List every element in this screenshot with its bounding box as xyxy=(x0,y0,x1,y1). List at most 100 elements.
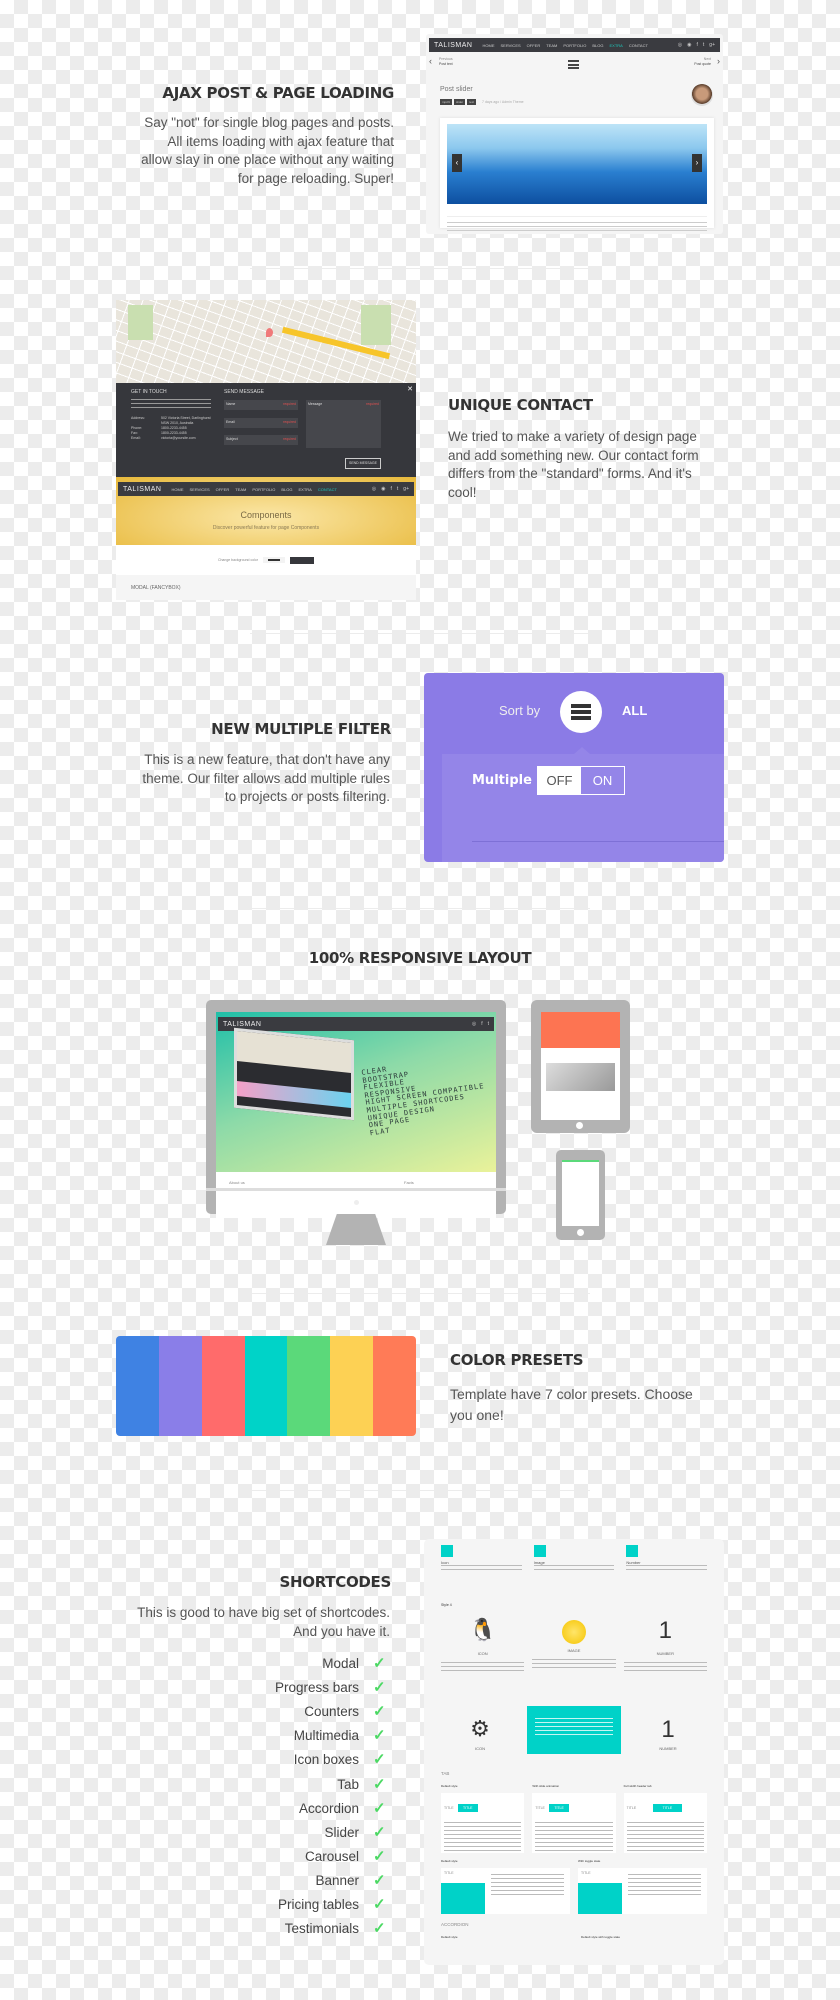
box-label: NUMBER xyxy=(659,1746,677,1751)
nav-item: OFFER xyxy=(526,42,541,48)
box-label: NUMBER xyxy=(656,1651,674,1656)
contact-description: We tried to make a variety of design pag… xyxy=(448,428,728,502)
modal-label: MODAL (FANCYBOX) xyxy=(131,585,181,591)
bg-option-light[interactable] xyxy=(263,557,286,563)
check-icon: ✓ xyxy=(373,1847,386,1865)
tab-active: TITLE xyxy=(457,1804,478,1812)
nav-item: BLOG xyxy=(592,42,604,48)
filter-title: NEW MULTIPLE FILTER xyxy=(211,720,391,738)
filter-description: This is a new feature, that don't have a… xyxy=(90,751,390,807)
tab-style-label: With slide animation xyxy=(532,1784,560,1788)
shortcode-item: Testimonials xyxy=(284,1921,359,1937)
check-icon: ✓ xyxy=(373,1655,386,1672)
toggle-off[interactable]: OFF xyxy=(538,767,581,794)
shortcode-item: Icon boxes xyxy=(293,1752,359,1768)
shortcode-item: Tab xyxy=(337,1776,359,1792)
counter-number: 1 xyxy=(661,1716,675,1743)
nav-item: SERVICES xyxy=(189,486,210,492)
ajax-screenshot: TALISMAN HOME SERVICES OFFER TEAM PORTFOLIO B… xyxy=(426,34,723,234)
bg-label: Change background color xyxy=(217,557,259,562)
section-divider xyxy=(250,908,590,909)
email-field[interactable]: Email required xyxy=(224,418,298,428)
color-swatch xyxy=(244,1336,288,1436)
prev-title: Post text xyxy=(439,62,453,66)
shortcodes-screenshot: Icon Image Number Style 4 🐧 ICON IMAGE 1 N… xyxy=(424,1539,724,1965)
filter-widget: Sort by ALL Multiple OFF ON xyxy=(424,673,724,862)
text-line: This is good to have big set of shortcod… xyxy=(137,1605,390,1620)
intro-text xyxy=(131,399,211,411)
nav-item: EXTRA xyxy=(298,486,312,492)
icon-box: Number xyxy=(626,1545,708,1572)
tab-examples: Default style TITLE TITLE With slide anim… xyxy=(424,1784,724,1854)
shortcode-item: Carousel xyxy=(304,1848,359,1864)
hero: TALISMAN ◎ f t CLEAR BOOTSTRAP FLEXIBLE RESPON… xyxy=(216,1012,496,1172)
nav-item: CONTACT xyxy=(628,42,648,48)
contact-title: UNIQUE CONTACT xyxy=(448,396,593,414)
box-label: ICON xyxy=(475,1746,485,1751)
monitor-image xyxy=(234,1027,354,1121)
toggle-on[interactable]: ON xyxy=(581,767,624,794)
message-field[interactable]: Message required xyxy=(306,400,381,448)
menu-icon xyxy=(568,60,579,69)
next-arrow-icon: › xyxy=(717,56,720,66)
tab: TITLE xyxy=(444,1806,454,1810)
close-icon[interactable]: ✕ xyxy=(407,385,413,393)
field-label: Message xyxy=(308,402,323,406)
multiple-toggle[interactable]: OFF ON xyxy=(537,766,625,795)
contact-screenshot: ✕ GET IN TOUCH Address: 502 Victoria Stre… xyxy=(116,300,416,600)
check-icon: ✓ xyxy=(373,1799,386,1817)
color-swatch xyxy=(201,1336,245,1436)
text-line: to projects or posts filtering. xyxy=(224,789,390,804)
tab: TITLE xyxy=(626,1806,637,1810)
check-icon: ✓ xyxy=(373,1896,386,1913)
desktop-mockup: TALISMAN ◎ f t CLEAR BOOTSTRAP FLEXIBLE RESPON… xyxy=(206,1000,506,1218)
gears-icon: ⚙ xyxy=(470,1716,490,1741)
bg-option-dark[interactable] xyxy=(290,556,315,564)
icon-box: Icon xyxy=(441,1545,522,1572)
slider-prev-button[interactable]: ‹ xyxy=(452,154,462,172)
logo: TALISMAN xyxy=(123,485,162,493)
color-swatch xyxy=(287,1336,331,1436)
prev-arrow-icon: ‹ xyxy=(429,56,432,66)
get-in-touch-heading: GET IN TOUCH xyxy=(131,389,167,395)
box-label: IMAGE xyxy=(567,1648,581,1653)
nav-item: TEAM xyxy=(546,42,558,48)
nav-item: PORTFOLIO xyxy=(563,42,587,48)
name-field[interactable]: Name required xyxy=(224,400,298,410)
nav-item-active: EXTRA xyxy=(609,42,623,48)
accordion-style-label: Default style xyxy=(441,1935,458,1939)
send-message-heading: SEND MESSAGE xyxy=(224,389,265,395)
bg-color-switcher: Change background color xyxy=(116,545,416,575)
filter-panel: Multiple OFF ON xyxy=(442,747,724,862)
section-divider xyxy=(250,1293,590,1294)
counter-number: 1 xyxy=(658,1617,672,1644)
nav-item: BLOG xyxy=(281,486,293,492)
filter-all-option[interactable]: ALL xyxy=(622,703,647,718)
check-icon: ✓ xyxy=(373,1871,386,1889)
lemon-image xyxy=(561,1620,586,1644)
subject-field[interactable]: Subject required xyxy=(224,435,298,445)
sort-menu-button[interactable] xyxy=(560,691,602,733)
slider-next-button[interactable]: › xyxy=(692,154,702,172)
label: Email: xyxy=(131,436,141,440)
linux-icon: 🐧 xyxy=(468,1617,497,1642)
logo: TALISMAN xyxy=(434,41,473,49)
contact-modal: ✕ GET IN TOUCH Address: 502 Victoria Stre… xyxy=(116,383,416,477)
check-icon: ✓ xyxy=(373,1727,386,1745)
tab-style-label: With toggle state xyxy=(578,1859,601,1863)
text-line: Say "not" for single blog pages and post… xyxy=(144,115,394,130)
check-icon: ✓ xyxy=(373,1823,386,1841)
social-icons: ◎ ◉ f t g+ xyxy=(371,486,409,492)
multiple-label: Multiple xyxy=(472,773,532,788)
shortcode-item: Modal xyxy=(322,1656,359,1671)
map-park xyxy=(128,305,153,340)
send-message-button[interactable]: SEND MESSAGE xyxy=(345,458,381,469)
tab-active: TITLE xyxy=(652,1804,683,1812)
tag: text xyxy=(467,99,477,105)
prev-post: Previous Post text xyxy=(439,57,453,67)
screenshot-nav: TALISMAN HOME SERVICES OFFER TEAM PORTFOLIO B… xyxy=(429,38,720,52)
color-swatch xyxy=(158,1336,202,1436)
wave-slider-image: ‹ › xyxy=(447,124,707,204)
tab: TITLE xyxy=(535,1806,545,1810)
tag: slider xyxy=(454,99,466,105)
